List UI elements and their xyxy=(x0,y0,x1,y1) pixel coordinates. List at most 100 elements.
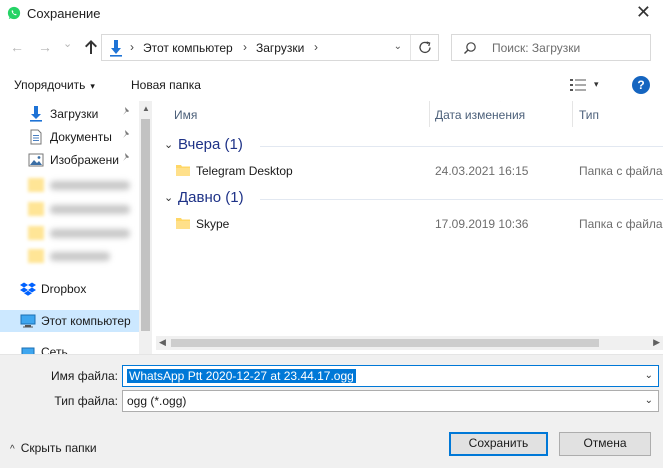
column-divider[interactable] xyxy=(572,101,573,127)
folder-icon xyxy=(176,165,190,176)
sidebar-item-network[interactable]: Сеть xyxy=(0,341,140,354)
breadcrumb-separator: › xyxy=(130,40,134,54)
pin-icon xyxy=(122,129,132,142)
folder-icon xyxy=(28,249,44,263)
chevron-down-icon[interactable]: ⌄ xyxy=(164,138,173,151)
blurred-label xyxy=(50,252,110,261)
sidebar-item-label: Загрузки xyxy=(50,107,99,121)
scrollbar-thumb[interactable] xyxy=(171,339,599,347)
breadcrumb-separator[interactable]: › xyxy=(314,40,318,54)
address-dropdown-icon[interactable]: ⌄ xyxy=(394,41,402,52)
hide-folders-label: Скрыть папки xyxy=(20,441,97,455)
sidebar-item-this-pc[interactable]: Этот компьютер xyxy=(0,310,140,332)
scrollbar-thumb[interactable] xyxy=(141,119,150,331)
file-list: ⌃ Имя Дата изменения Тип ⌄ Вчера (1) Tel… xyxy=(156,101,663,353)
scroll-right-icon[interactable]: ▶ xyxy=(653,337,660,348)
view-options-icon[interactable] xyxy=(570,78,588,92)
sort-indicator-icon: ⌃ xyxy=(496,101,503,107)
group-label: Вчера (1) xyxy=(178,136,243,153)
search-input[interactable] xyxy=(490,39,645,56)
window-title: Сохранение xyxy=(27,6,101,21)
filetype-value: ogg (*.ogg) xyxy=(127,394,187,408)
arrow-up-icon[interactable] xyxy=(82,38,100,56)
chevron-down-icon[interactable]: ⌄ xyxy=(645,370,653,381)
group-label: Давно (1) xyxy=(178,189,244,206)
organize-button[interactable]: Упорядочить ▾ xyxy=(14,78,95,92)
sidebar-item-label: Документы xyxy=(50,130,112,144)
chevron-up-icon: ^ xyxy=(10,444,15,455)
refresh-icon xyxy=(419,41,431,54)
folder-icon xyxy=(28,226,44,240)
navigation-pane: Загрузки Документы Изображени Dropbox Эт… xyxy=(0,101,152,354)
column-header-name[interactable]: Имя xyxy=(174,108,197,122)
file-type: Папка с файлами xyxy=(579,217,663,231)
whatsapp-icon xyxy=(7,6,21,20)
navigation-bar: ← → ⌄ › Этот компьютер › Загрузки › ⌄ xyxy=(0,30,663,66)
filename-field[interactable]: WhatsApp Ptt 2020-12-27 at 23.44.17.ogg … xyxy=(122,365,659,387)
blurred-label xyxy=(50,229,130,238)
filetype-select[interactable]: ogg (*.ogg) ⌄ xyxy=(122,390,659,412)
filename-value[interactable]: WhatsApp Ptt 2020-12-27 at 23.44.17.ogg xyxy=(127,369,356,383)
column-header-type[interactable]: Тип xyxy=(579,108,599,122)
search-icon xyxy=(464,42,476,54)
picture-icon xyxy=(28,153,44,167)
chevron-down-icon: ▾ xyxy=(90,81,95,91)
forward-arrow-icon[interactable]: → xyxy=(38,39,52,55)
sidebar-item-label: Изображени xyxy=(50,153,119,167)
view-dropdown-icon[interactable]: ▾ xyxy=(594,79,599,90)
dropbox-icon xyxy=(20,282,36,296)
filetype-label: Тип файла: xyxy=(54,394,118,408)
hide-folders-toggle[interactable]: ^ Скрыть папки xyxy=(10,441,97,455)
network-icon xyxy=(21,347,35,354)
sidebar-item-label: Сеть xyxy=(41,345,68,354)
document-icon xyxy=(30,129,42,145)
downloads-location-icon xyxy=(110,40,122,57)
search-box[interactable] xyxy=(451,34,651,61)
column-header-date[interactable]: Дата изменения xyxy=(435,108,525,122)
address-bar[interactable]: › Этот компьютер › Загрузки › ⌄ xyxy=(101,34,439,61)
pin-icon xyxy=(122,152,132,165)
sidebar-scrollbar[interactable]: ▲ xyxy=(139,101,152,354)
sidebar-item-label: Этот компьютер xyxy=(41,314,131,328)
cancel-button[interactable]: Отмена xyxy=(559,432,651,456)
table-row[interactable]: Telegram Desktop 24.03.2021 16:15 Папка … xyxy=(156,159,663,183)
computer-icon xyxy=(20,314,36,328)
chevron-down-icon[interactable]: ⌄ xyxy=(645,395,653,406)
chevron-down-icon[interactable]: ⌄ xyxy=(164,191,173,204)
sidebar-item-downloads[interactable]: Загрузки xyxy=(0,103,140,125)
horizontal-scrollbar[interactable]: ◀ ▶ xyxy=(156,336,663,350)
help-icon[interactable]: ? xyxy=(632,76,650,94)
download-arrow-icon xyxy=(30,106,42,122)
blurred-label xyxy=(50,181,130,190)
table-row[interactable]: Skype 17.09.2019 10:36 Папка с файлами xyxy=(156,212,663,236)
new-folder-button[interactable]: Новая папка xyxy=(131,78,201,92)
organize-label: Упорядочить xyxy=(14,78,86,92)
save-panel: Имя файла: WhatsApp Ptt 2020-12-27 at 23… xyxy=(0,354,663,468)
group-header-long-ago[interactable]: ⌄ Давно (1) xyxy=(156,187,663,209)
scroll-up-icon[interactable]: ▲ xyxy=(142,104,150,113)
column-divider[interactable] xyxy=(429,101,430,127)
folder-icon xyxy=(28,178,44,192)
file-date: 17.09.2019 10:36 xyxy=(435,217,529,231)
pin-icon xyxy=(122,106,132,119)
close-icon[interactable]: ✕ xyxy=(636,2,651,23)
scroll-left-icon[interactable]: ◀ xyxy=(159,337,166,348)
filename-label: Имя файла: xyxy=(51,369,118,383)
breadcrumb-this-pc[interactable]: Этот компьютер xyxy=(143,41,233,55)
group-header-yesterday[interactable]: ⌄ Вчера (1) xyxy=(156,134,663,156)
sidebar-item-dropbox[interactable]: Dropbox xyxy=(0,278,140,300)
breadcrumb-downloads[interactable]: Загрузки xyxy=(256,41,304,55)
refresh-button[interactable] xyxy=(410,35,438,60)
sidebar-item-documents[interactable]: Документы xyxy=(0,126,140,148)
file-type: Папка с файлами xyxy=(579,164,663,178)
save-button[interactable]: Сохранить xyxy=(449,432,548,456)
file-name: Skype xyxy=(196,217,230,231)
recent-locations-chevron-icon[interactable]: ⌄ xyxy=(63,37,72,50)
group-divider xyxy=(260,199,663,200)
back-arrow-icon[interactable]: ← xyxy=(10,39,24,55)
sidebar-item-pictures[interactable]: Изображени xyxy=(0,149,140,171)
breadcrumb-separator[interactable]: › xyxy=(243,40,247,54)
file-name: Telegram Desktop xyxy=(196,164,293,178)
folder-icon xyxy=(28,202,44,216)
file-date: 24.03.2021 16:15 xyxy=(435,164,529,178)
